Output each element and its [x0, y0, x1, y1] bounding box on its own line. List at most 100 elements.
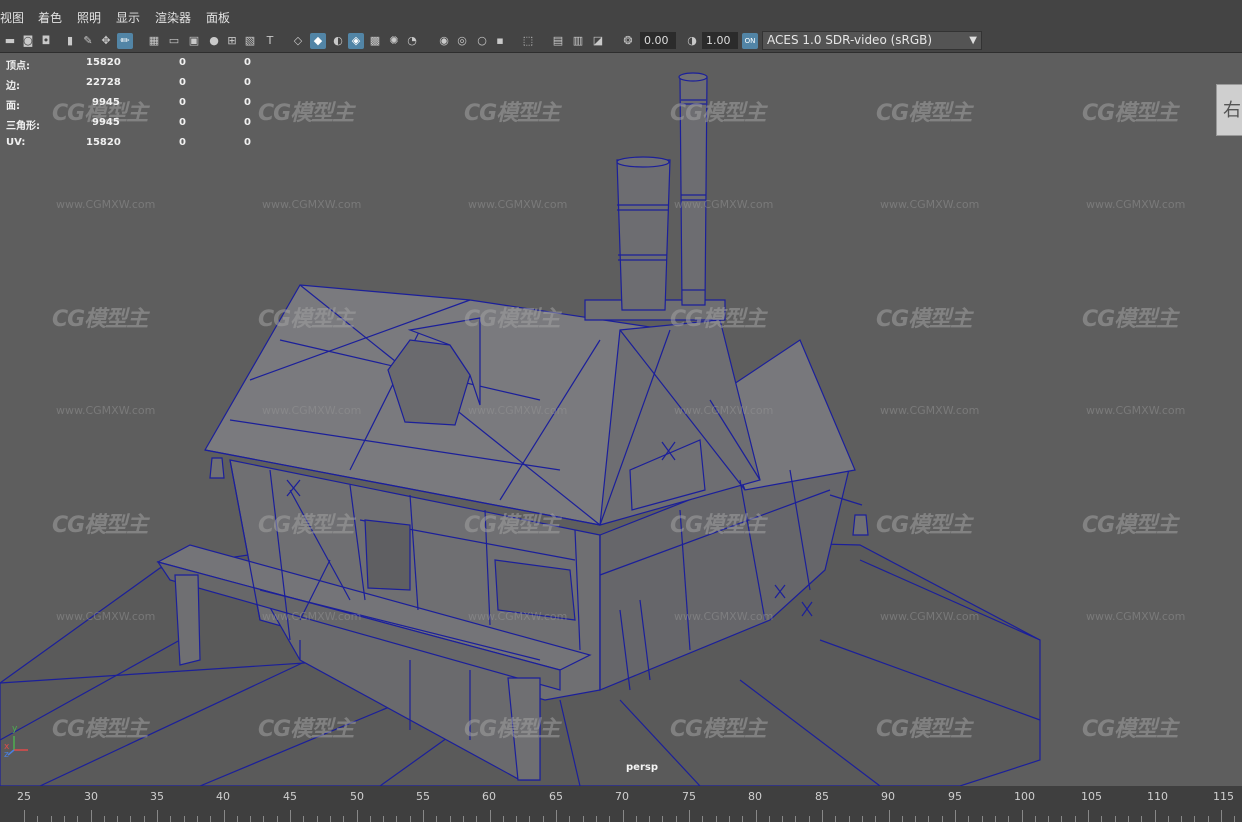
depth-of-field-icon[interactable]: ▪ — [492, 33, 508, 49]
watermark-url: www.CGMXW.com — [1086, 404, 1186, 417]
menu-renderer[interactable]: 渲染器 — [155, 9, 191, 26]
camera-attributes-icon[interactable]: ◙ — [20, 33, 36, 49]
timeline-tick-mark — [63, 816, 65, 822]
timeline-tick-mark — [968, 816, 970, 822]
menu-shading[interactable]: 着色 — [38, 9, 62, 26]
timeline-tick-mark — [290, 810, 291, 822]
view-cube[interactable]: 右 — [1216, 84, 1242, 136]
timeline-tick-mark — [462, 816, 464, 822]
watermark-logo: CG模型主 — [670, 101, 766, 126]
watermark-logo: CG模型主 — [876, 101, 972, 126]
smooth-shade-icon[interactable]: ◆ — [310, 33, 326, 49]
xray-joints-icon[interactable]: ◪ — [590, 33, 606, 49]
timeline-tick-mark — [782, 816, 784, 822]
timeline-tick-mark — [822, 810, 823, 822]
timeline-tick-mark — [356, 810, 358, 822]
watermark-logo: CG模型主 — [670, 513, 766, 538]
hud-value: 9945 — [92, 97, 120, 108]
gamma-icon[interactable]: ◑ — [684, 33, 700, 49]
wireframe-on-shaded-icon[interactable]: ◈ — [348, 33, 364, 49]
safe-title-icon[interactable]: T — [262, 33, 278, 49]
xray-icon[interactable]: ▤ — [550, 33, 566, 49]
timeline-tick: 55 — [416, 790, 430, 803]
timeline-tick-mark — [1008, 816, 1010, 822]
timeline-tick-mark — [1074, 816, 1076, 822]
timeline-tick-mark — [90, 810, 92, 822]
hud-row-edges: 边: 22728 0 0 — [6, 77, 266, 97]
timeline-tick-mark — [901, 816, 903, 822]
anti-aliasing-icon[interactable]: ○ — [474, 33, 490, 49]
image-plane-icon[interactable]: ▮ — [62, 33, 78, 49]
timeline-tick-mark — [516, 816, 518, 822]
gamma-field[interactable]: 1.00 — [702, 32, 738, 49]
bookmark-icon[interactable]: ◘ — [38, 33, 54, 49]
timeline-tick-mark — [595, 816, 597, 822]
timeline-tick-mark — [1088, 810, 1089, 822]
textured-icon[interactable]: ▩ — [367, 33, 383, 49]
timeline-tick-mark — [569, 816, 571, 822]
timeline-tick: 30 — [84, 790, 98, 803]
axis-gizmo-icon: y x z — [4, 724, 34, 760]
menu-view[interactable]: 视图 — [0, 9, 24, 26]
poly-count-hud: 顶点: 15820 0 0 边: 22728 0 0 面: 9945 0 0 三… — [6, 57, 266, 157]
view-transform-dropdown[interactable]: ACES 1.0 SDR-video (sRGB) ▼ — [762, 31, 982, 50]
watermark-url: www.CGMXW.com — [468, 198, 568, 211]
hud-value: 0 — [179, 97, 186, 108]
exposure-field[interactable]: 0.00 — [640, 32, 676, 49]
watermark-url: www.CGMXW.com — [262, 198, 362, 211]
hud-value: 9945 — [92, 117, 120, 128]
grease-pencil-icon[interactable]: ✎ — [80, 33, 96, 49]
timeline-tick-mark — [941, 816, 943, 822]
timeline-tick-mark — [1194, 816, 1196, 822]
menu-lighting[interactable]: 照明 — [77, 9, 101, 26]
watermark-url: www.CGMXW.com — [674, 404, 774, 417]
timeline-tick-mark — [702, 816, 704, 822]
menu-panels[interactable]: 面板 — [206, 9, 230, 26]
watermark-logo: CG模型主 — [258, 307, 354, 332]
timeline-tick-mark — [835, 816, 837, 822]
camera-select-icon[interactable]: ▬ — [2, 33, 18, 49]
resolution-gate-icon[interactable]: ▣ — [186, 33, 202, 49]
watermark-url: www.CGMXW.com — [56, 198, 156, 211]
timeline-tick: 50 — [350, 790, 364, 803]
field-chart-icon[interactable]: ⊞ — [224, 33, 240, 49]
film-gate-icon[interactable]: ▭ — [166, 33, 182, 49]
watermark-url: www.CGMXW.com — [56, 404, 156, 417]
hud-value: 0 — [179, 117, 186, 128]
timeline-tick-mark — [915, 816, 917, 822]
default-material-icon[interactable]: ◐ — [330, 33, 346, 49]
grid-icon[interactable]: ▦ — [146, 33, 162, 49]
motion-blur-icon[interactable]: ◎ — [454, 33, 470, 49]
watermark-logo: CG模型主 — [876, 307, 972, 332]
chevron-down-icon: ▼ — [969, 35, 977, 46]
timeline-tick-mark — [143, 816, 145, 822]
exposure-icon[interactable]: ❂ — [620, 33, 636, 49]
xray-active-icon[interactable]: ▥ — [570, 33, 586, 49]
timeline-tick-mark — [1167, 816, 1169, 822]
isolate-select-icon[interactable]: ⬚ — [520, 33, 536, 49]
timeline-tick: 105 — [1081, 790, 1102, 803]
screen-space-ao-icon[interactable]: ◉ — [436, 33, 452, 49]
watermark-logo: CG模型主 — [52, 307, 148, 332]
safe-action-icon[interactable]: ▧ — [242, 33, 258, 49]
timeline-tick-mark — [609, 816, 611, 822]
color-management-icon[interactable]: ON — [742, 33, 758, 49]
timeline-tick: 35 — [150, 790, 164, 803]
pencil-tool-icon[interactable]: ✏ — [117, 33, 133, 49]
menu-show[interactable]: 显示 — [116, 9, 140, 26]
2d-pan-zoom-icon[interactable]: ✥ — [98, 33, 114, 49]
hud-label: 顶点: — [6, 61, 30, 72]
use-all-lights-icon[interactable]: ✺ — [386, 33, 402, 49]
time-slider[interactable]: 25 30 35 40 45 50 55 60 65 70 75 80 85 9… — [0, 786, 1242, 822]
timeline-tick: 75 — [682, 790, 696, 803]
timeline-tick-mark — [37, 816, 39, 822]
gate-mask-icon[interactable]: ● — [206, 33, 222, 49]
hud-row-vertices: 顶点: 15820 0 0 — [6, 57, 266, 77]
timeline-tick-mark — [1141, 816, 1143, 822]
wireframe-icon[interactable]: ◇ — [290, 33, 306, 49]
menu-bar: 视图 着色 照明 显示 渲染器 面板 — [0, 0, 1242, 31]
shadows-icon[interactable]: ◔ — [404, 33, 420, 49]
perspective-viewport[interactable]: CG模型主 CG模型主 CG模型主 CG模型主 CG模型主 CG模型主 CG模型… — [0, 53, 1242, 786]
timeline-tick-mark — [1114, 816, 1116, 822]
camera-label: persp — [626, 762, 658, 773]
